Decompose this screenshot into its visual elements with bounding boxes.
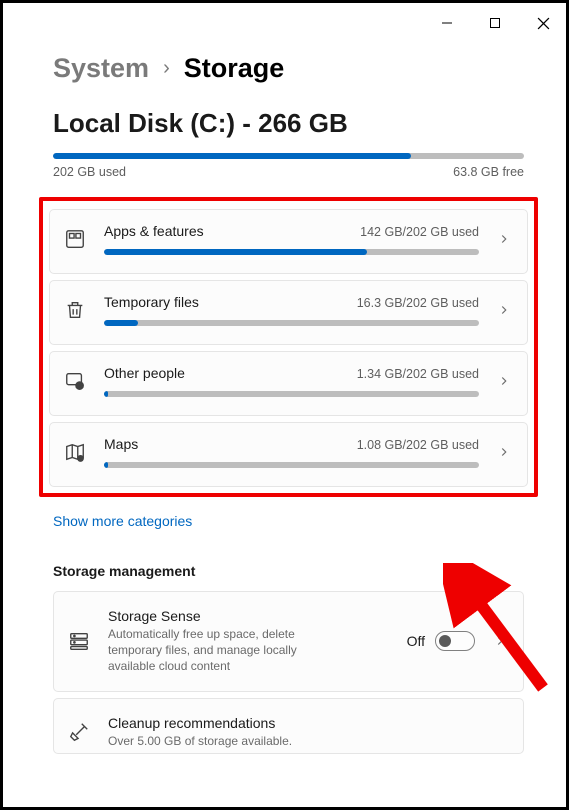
section-heading: Storage management xyxy=(53,563,524,579)
highlight-annotation: Apps & features 142 GB/202 GB used Tempo… xyxy=(39,197,538,497)
category-bar xyxy=(104,320,479,326)
storage-sense-card[interactable]: Storage Sense Automatically free up spac… xyxy=(53,591,524,692)
setting-title: Cleanup recommendations xyxy=(108,715,507,731)
category-usage: 1.34 GB/202 GB used xyxy=(357,367,479,381)
category-bar xyxy=(104,249,479,255)
category-maps[interactable]: Maps 1.08 GB/202 GB used xyxy=(49,422,528,487)
storage-sense-icon xyxy=(68,630,90,652)
disk-used-label: 202 GB used xyxy=(53,165,126,179)
window-titlebar xyxy=(3,3,566,43)
maximize-button[interactable] xyxy=(480,8,510,38)
category-bar xyxy=(104,391,479,397)
category-usage: 142 GB/202 GB used xyxy=(360,225,479,239)
category-name: Maps xyxy=(104,436,138,452)
close-button[interactable] xyxy=(528,8,558,38)
setting-title: Storage Sense xyxy=(108,608,389,624)
maps-icon xyxy=(64,441,86,463)
chevron-right-icon xyxy=(497,303,511,317)
storage-sense-toggle[interactable] xyxy=(435,631,475,651)
broom-icon xyxy=(68,721,90,743)
category-usage: 16.3 GB/202 GB used xyxy=(357,296,479,310)
chevron-right-icon: › xyxy=(163,57,170,80)
breadcrumb-parent[interactable]: System xyxy=(53,53,149,84)
category-temporary-files[interactable]: Temporary files 16.3 GB/202 GB used xyxy=(49,280,528,345)
category-usage: 1.08 GB/202 GB used xyxy=(357,438,479,452)
chevron-right-icon xyxy=(497,445,511,459)
chevron-right-icon xyxy=(493,634,507,648)
people-icon xyxy=(64,370,86,392)
category-bar xyxy=(104,462,479,468)
disk-usage-bar xyxy=(53,153,524,159)
category-name: Apps & features xyxy=(104,223,204,239)
toggle-state-label: Off xyxy=(407,633,425,649)
breadcrumb: System › Storage xyxy=(53,53,524,84)
chevron-right-icon xyxy=(497,374,511,388)
category-apps-features[interactable]: Apps & features 142 GB/202 GB used xyxy=(49,209,528,274)
cleanup-recommendations-card[interactable]: Cleanup recommendations Over 5.00 GB of … xyxy=(53,698,524,754)
apps-icon xyxy=(64,228,86,250)
category-name: Temporary files xyxy=(104,294,199,310)
disk-title: Local Disk (C:) - 266 GB xyxy=(53,108,524,139)
disk-usage-bar-fill xyxy=(53,153,411,159)
setting-desc: Over 5.00 GB of storage available. xyxy=(108,733,318,749)
disk-free-label: 63.8 GB free xyxy=(453,165,524,179)
trash-icon xyxy=(64,299,86,321)
breadcrumb-current: Storage xyxy=(184,53,285,84)
category-other-people[interactable]: Other people 1.34 GB/202 GB used xyxy=(49,351,528,416)
chevron-right-icon xyxy=(497,232,511,246)
setting-desc: Automatically free up space, delete temp… xyxy=(108,626,318,675)
show-more-link[interactable]: Show more categories xyxy=(53,513,192,529)
category-name: Other people xyxy=(104,365,185,381)
minimize-button[interactable] xyxy=(432,8,462,38)
